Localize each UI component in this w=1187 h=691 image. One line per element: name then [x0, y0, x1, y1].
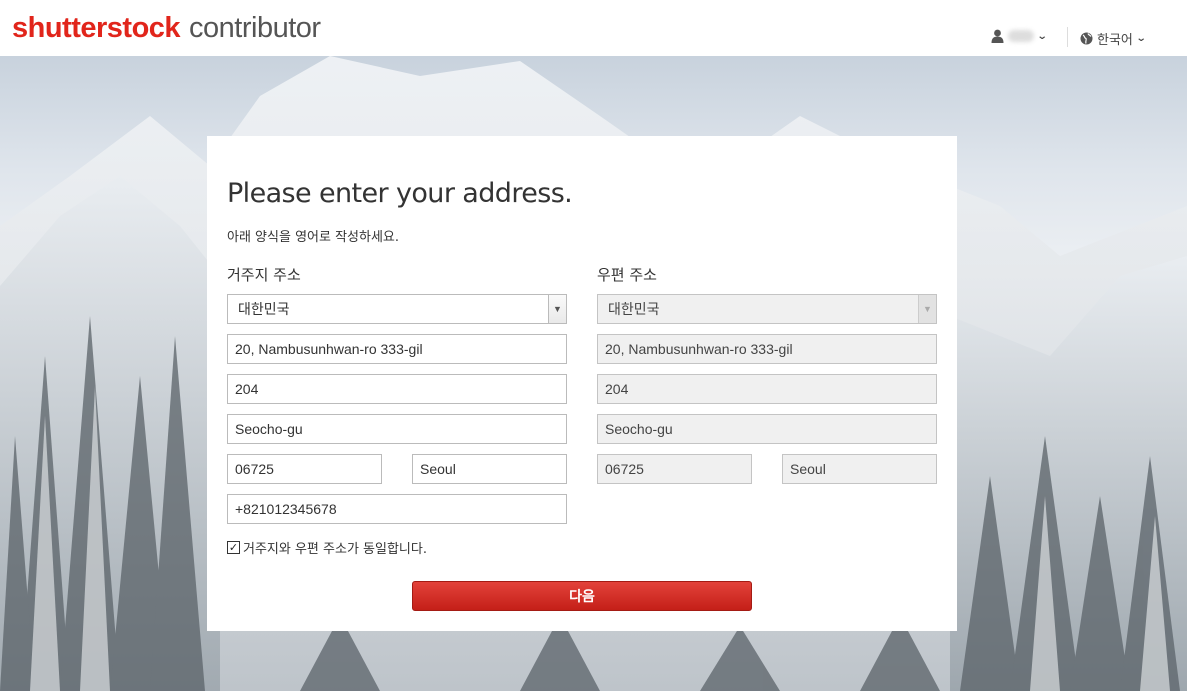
same-address-checkbox-row[interactable]: ✓ 거주지와 우편 주소가 동일합니다.	[227, 538, 427, 557]
mailing-address-line2-input[interactable]: 204	[597, 374, 937, 404]
globe-icon	[1080, 32, 1093, 45]
chevron-down-icon: ⌄	[1036, 30, 1048, 42]
next-button[interactable]: 다음	[412, 581, 752, 611]
shutterstock-contributor-logo[interactable]: shutterstock contributor	[12, 14, 321, 43]
user-name-blurred	[1008, 30, 1034, 42]
residential-address-label: 거주지 주소	[227, 266, 301, 284]
mailing-district-input[interactable]: Seocho-gu	[597, 414, 937, 444]
mailing-postal-code-input[interactable]: 06725	[597, 454, 752, 484]
form-instructions: 아래 양식을 영어로 작성하세요.	[227, 230, 400, 245]
page-title: Please enter your address.	[227, 178, 573, 209]
residential-address-line2-input[interactable]: 204	[227, 374, 567, 404]
residential-country-select[interactable]: 대한민국 ▼	[227, 294, 567, 324]
residential-district-input[interactable]: Seocho-gu	[227, 414, 567, 444]
user-menu[interactable]: ⌄	[991, 29, 1048, 43]
mailing-address-line1-input[interactable]: 20, Nambusunhwan-ro 333-gil	[597, 334, 937, 364]
user-icon	[991, 29, 1004, 43]
mailing-address-label: 우편 주소	[597, 266, 657, 284]
mailing-city-input[interactable]: Seoul	[782, 454, 937, 484]
residential-address-line1-input[interactable]: 20, Nambusunhwan-ro 333-gil	[227, 334, 567, 364]
mailing-country-select[interactable]: 대한민국 ▼	[597, 294, 937, 324]
chevron-down-icon: ▼	[548, 295, 566, 323]
residential-country-value: 대한민국	[238, 301, 290, 317]
phone-number-input[interactable]: +821012345678	[227, 494, 567, 524]
chevron-down-icon: ⌄	[1135, 33, 1147, 44]
residential-city-input[interactable]: Seoul	[412, 454, 567, 484]
logo-sub: contributor	[189, 12, 321, 44]
header-divider	[1067, 27, 1068, 47]
address-form-card: Please enter your address. 아래 양식을 영어로 작성…	[207, 136, 957, 631]
language-menu[interactable]: 한국어 ⌄	[1080, 29, 1147, 48]
language-label: 한국어	[1097, 33, 1133, 48]
logo-brand: shutterstock	[12, 12, 181, 44]
mailing-country-value: 대한민국	[608, 301, 660, 317]
same-address-checkbox[interactable]: ✓	[227, 541, 240, 554]
same-address-label: 거주지와 우편 주소가 동일합니다.	[243, 542, 427, 557]
residential-postal-code-input[interactable]: 06725	[227, 454, 382, 484]
top-header: shutterstock contributor ⌄ 한국어 ⌄	[0, 0, 1187, 56]
chevron-down-icon: ▼	[918, 295, 936, 323]
